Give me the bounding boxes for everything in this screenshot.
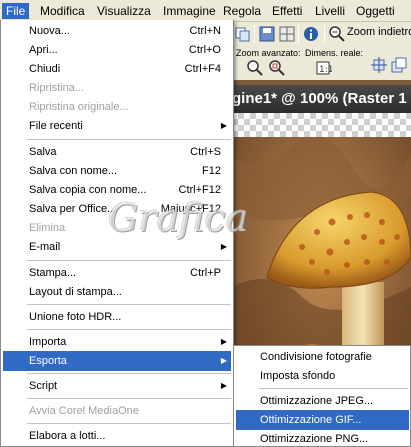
actual-size-icon[interactable]: 1:1 [314, 59, 332, 77]
menu-item-ripristina-originale: Ripristina originale... [29, 101, 129, 113]
image-title: gine1* @ 100% (Raster 1 [232, 90, 407, 107]
toolbar: Zoom indietro Zoom avanzato: Dimens. rea… [232, 22, 411, 80]
menu-item-apri[interactable]: Apri... Ctrl+O [3, 40, 231, 60]
menu-separator [27, 329, 231, 330]
submenu-item-condivisione[interactable]: Condivisione fotografie [236, 347, 409, 367]
toolbar-separator [298, 25, 299, 43]
menu-separator [27, 398, 231, 399]
menu-item-avvia-mediaone: Avvia Corel MediaOne [29, 405, 139, 417]
move-icon[interactable] [370, 56, 388, 74]
menu-item-nuova[interactable]: Nuova... Ctrl+N [3, 21, 231, 41]
menu-item-stampa[interactable]: Stampa... Ctrl+P [3, 263, 231, 283]
menu-item-salva[interactable]: Salva Ctrl+S [3, 142, 231, 162]
menu-visualizza[interactable]: Visualizza [93, 3, 155, 19]
menu-item-ripristina: Ripristina... [29, 82, 85, 94]
menu-item-elimina: Elimina [29, 222, 66, 234]
layers-icon[interactable] [390, 56, 408, 74]
menu-item-email[interactable]: E-mail ▶ [3, 237, 231, 257]
menu-item-file-recenti[interactable]: File recenti ▶ [3, 116, 231, 136]
submenu-arrow-icon: ▶ [220, 337, 227, 346]
menu-item-chiudi[interactable]: Chiudi Ctrl+F4 [3, 59, 231, 79]
menu-item-esporta[interactable]: Esporta ▶ [3, 351, 231, 371]
dimens-reale-label: Dimens. reale: [305, 48, 364, 58]
menu-item-salva-copia[interactable]: Salva copia con nome... Ctrl+F12 [3, 180, 231, 200]
menu-regola[interactable]: Regola [219, 3, 265, 19]
zoom-out-icon[interactable] [328, 25, 346, 43]
menu-item-salva-per-office[interactable]: Salva per Office... Maiusc+F12 [3, 199, 231, 219]
menu-separator [27, 260, 231, 261]
toolbar-separator [254, 25, 255, 43]
menu-modifica[interactable]: Modifica [36, 3, 89, 19]
zoom-in-icon[interactable] [246, 59, 264, 77]
submenu-item-jpeg[interactable]: Ottimizzazione JPEG... [236, 391, 409, 411]
submenu-item-gif[interactable]: Ottimizzazione GIF... [236, 410, 409, 430]
menu-item-layout-stampa[interactable]: Layout di stampa... [3, 282, 231, 302]
menu-item-script[interactable]: Script ▶ [3, 376, 231, 396]
info-icon[interactable] [302, 25, 320, 43]
submenu-arrow-icon: ▶ [220, 356, 227, 365]
image-title-bar[interactable]: gine1* @ 100% (Raster 1 [232, 85, 411, 113]
menu-effetti[interactable]: Effetti [268, 3, 306, 19]
submenu-arrow-icon: ▶ [220, 381, 227, 390]
menu-oggetti[interactable]: Oggetti [352, 3, 399, 19]
transparency-checkerboard [232, 113, 411, 137]
menu-separator [27, 139, 231, 140]
zoom-avanzato-label: Zoom avanzato: [236, 48, 301, 58]
grid-icon[interactable] [278, 25, 296, 43]
toolbar-separator [324, 25, 325, 43]
menu-item-unione-hdr[interactable]: Unione foto HDR... [3, 307, 231, 327]
menu-item-salva-con-nome[interactable]: Salva con nome... F12 [3, 161, 231, 181]
submenu-item-imposta-sfondo[interactable]: Imposta sfondo [236, 366, 409, 386]
zoom-out-label[interactable]: Zoom indietro [347, 26, 411, 38]
submenu-arrow-icon: ▶ [220, 242, 227, 251]
submenu-item-png[interactable]: Ottimizzazione PNG... [236, 429, 409, 446]
menu-item-importa[interactable]: Importa ▶ [3, 332, 231, 352]
app-window: File Modifica Visualizza Immagine Regola… [0, 0, 411, 447]
menu-separator [27, 304, 231, 305]
menu-separator [258, 388, 408, 389]
menu-file[interactable]: File [2, 3, 30, 19]
save-icon[interactable] [258, 25, 276, 43]
menu-immagine[interactable]: Immagine [159, 3, 220, 19]
svg-text:1:1: 1:1 [319, 65, 332, 75]
menu-separator [27, 423, 231, 424]
copy-icon[interactable] [234, 25, 252, 43]
zoom-fit-icon[interactable] [268, 59, 286, 77]
file-menu: Nuova... Ctrl+N Apri... Ctrl+O Chiudi Ct… [0, 20, 234, 447]
menu-livelli[interactable]: Livelli [311, 3, 349, 19]
menu-bar: File Modifica Visualizza Immagine Regola… [0, 0, 411, 22]
menu-item-elabora-lotti[interactable]: Elabora a lotti... [3, 426, 231, 446]
menu-separator [27, 373, 231, 374]
submenu-arrow-icon: ▶ [220, 121, 227, 130]
export-submenu: Condivisione fotografie Imposta sfondo O… [233, 345, 411, 447]
